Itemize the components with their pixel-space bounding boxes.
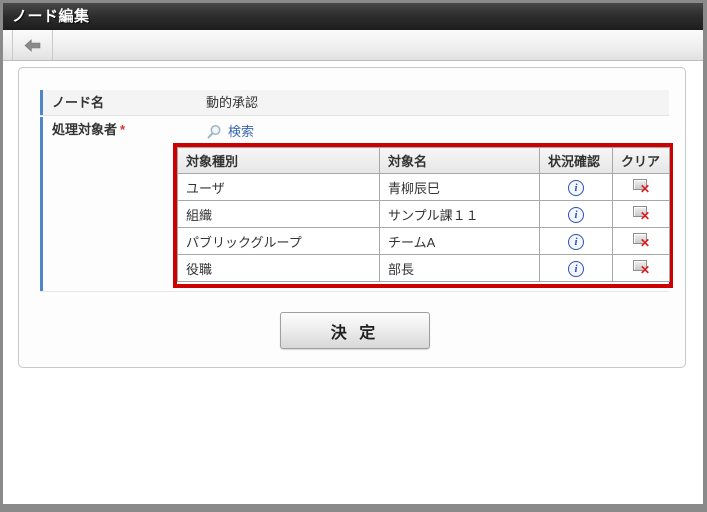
arrow-left-icon [24,38,41,52]
target-table: 対象種別 対象名 状況確認 クリア ユーザ 青柳辰巳 i ✕ 組織 サンプル課１… [177,147,670,282]
cell-target-type: パブリックグループ [177,227,380,255]
toolbar-separator [52,30,53,60]
clear-button[interactable]: ✕ [632,205,650,223]
info-icon: i [568,179,584,196]
header-status-check: 状況確認 [539,147,613,174]
clear-x-icon: ✕ [632,205,650,222]
table-row: パブリックグループ チームA i ✕ [177,227,670,255]
node-name-value: 動的承認 [206,95,259,110]
info-icon: i [568,206,584,223]
form-row-node-name: ノード名 動的承認 [40,90,669,116]
header-clear: クリア [612,147,670,174]
table-row: 役職 部長 i ✕ [177,254,670,282]
status-info-button[interactable]: i [568,206,584,223]
page-title-text: ノード編集 [12,8,90,25]
search-link[interactable]: 検索 [206,119,254,144]
table-row: ユーザ 青柳辰巳 i ✕ [177,173,670,201]
status-info-button[interactable]: i [568,179,584,196]
target-label: 処理対象者 * [52,122,126,137]
status-info-button[interactable]: i [568,233,584,250]
header-target-name: 対象名 [379,147,540,174]
clear-x-icon: ✕ [632,259,650,276]
cell-target-name: サンプル課１１ [379,200,540,228]
status-info-button[interactable]: i [568,260,584,277]
page-title: ノード編集 [3,3,703,30]
toolbar [3,30,703,61]
clear-x-icon: ✕ [632,232,650,249]
clear-x-icon: ✕ [632,178,650,195]
back-button[interactable] [16,33,49,57]
clear-button[interactable]: ✕ [632,178,650,196]
header-target-type: 対象種別 [177,147,380,174]
highlighted-target-table: 対象種別 対象名 状況確認 クリア ユーザ 青柳辰巳 i ✕ 組織 サンプル課１… [173,143,673,288]
submit-button[interactable]: 決 定 [280,312,430,349]
required-marker: * [120,122,126,137]
node-name-label: ノード名 [52,95,105,110]
cell-target-type: ユーザ [177,173,380,201]
search-link-label: 検索 [228,124,255,139]
cell-target-type: 組織 [177,200,380,228]
cell-target-name: 部長 [379,254,540,282]
cell-target-type: 役職 [177,254,380,282]
table-row: 組織 サンプル課１１ i ✕ [177,200,670,228]
info-icon: i [568,260,584,277]
magnifier-icon [207,124,221,138]
cell-target-name: チームA [379,227,540,255]
info-icon: i [568,233,584,250]
toolbar-separator [12,30,13,60]
cell-target-name: 青柳辰巳 [379,173,540,201]
form-panel: ノード名 動的承認 処理対象者 * 検索 対象種別 対象名 状況確認 クリア ユ… [18,67,686,368]
window-frame: ノード編集 ノード名 動的承認 処理対象者 * 検索 対象種別 対象名 状況確認… [0,0,707,512]
table-header-row: 対象種別 対象名 状況確認 クリア [177,147,670,174]
accent-bar [40,117,43,291]
clear-button[interactable]: ✕ [632,232,650,250]
clear-button[interactable]: ✕ [632,259,650,277]
